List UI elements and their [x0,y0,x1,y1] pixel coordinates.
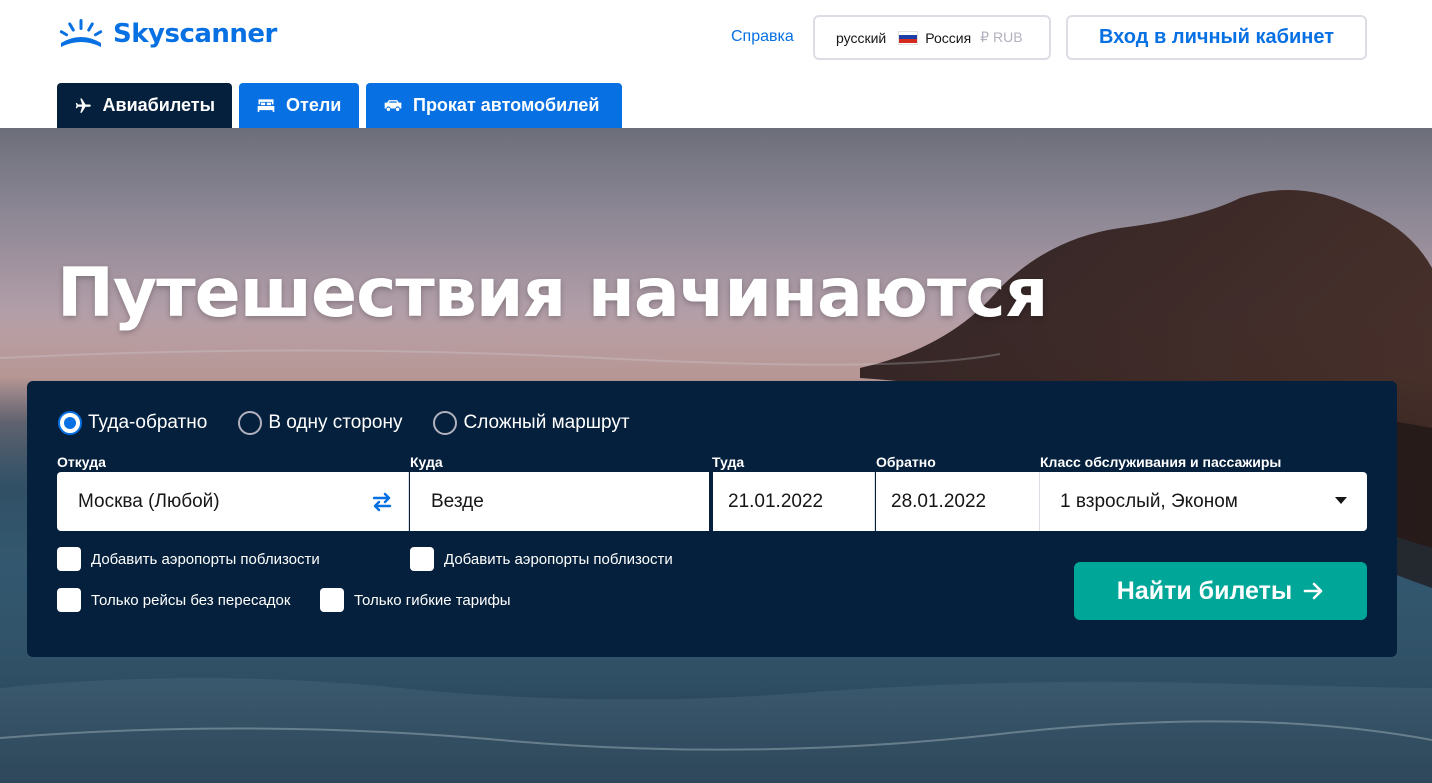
product-tabs: Авиабилеты Отели Прокат автомобилей [57,83,622,128]
tab-hotels[interactable]: Отели [239,83,359,128]
checkbox-flexible-tickets-only[interactable]: Только гибкие тарифы [320,588,511,612]
checkbox-nearby-origin-airports[interactable]: Добавить аэропорты поблизости [57,547,320,571]
trip-type-selector: Туда-обратно В одну сторону Сложный марш… [58,411,661,435]
site-header: Skyscanner Справка русский Россия ₽ RUB … [0,0,1432,128]
depart-date-input[interactable]: 21.01.2022 [712,472,875,531]
checkbox-box [57,588,81,612]
tab-car-hire[interactable]: Прокат автомобилей [366,83,622,128]
logo-text: Skyscanner [113,19,277,49]
swap-direction-icon[interactable] [370,492,394,512]
search-button-label: Найти билеты [1116,576,1293,605]
tab-car-hire-label: Прокат автомобилей [413,95,600,115]
russia-flag-icon [898,30,919,45]
bed-icon [257,98,275,112]
locale-selector-button[interactable]: русский Россия ₽ RUB [813,15,1051,60]
radio-multi-city[interactable]: Сложный маршрут [433,411,630,435]
locale-language: русский [836,29,887,46]
radio-dot [433,411,458,435]
cabin-class-value: 1 взрослый, Эконом [1060,490,1238,512]
help-link[interactable]: Справка [731,28,794,46]
chevron-down-icon [1335,497,1347,504]
sunrise-logo-icon [59,19,103,47]
radio-round-trip-label: Туда-обратно [88,412,208,433]
skyscanner-logo[interactable]: Skyscanner [57,14,277,54]
depart-label: Туда [712,454,745,470]
flight-search-panel: Туда-обратно В одну сторону Сложный марш… [27,381,1397,657]
radio-multi-city-label: Сложный маршрут [463,412,630,433]
hero-title: Путешествия начинаются [57,254,1048,333]
car-icon [384,99,402,111]
checkbox-label: Добавить аэропорты поблизости [444,550,673,568]
checkbox-nearby-destination-airports[interactable]: Добавить аэропорты поблизости [410,547,673,571]
checkbox-box [57,547,81,571]
locale-country: Россия [925,29,972,46]
class-label: Класс обслуживания и пассажиры [1040,454,1282,470]
checkbox-label: Только рейсы без пересадок [91,591,291,609]
checkbox-box [320,588,344,612]
locale-currency: ₽ RUB [980,29,1023,45]
radio-dot [58,411,82,435]
destination-input[interactable]: Везде [410,472,711,531]
radio-round-trip[interactable]: Туда-обратно [58,411,207,435]
cabin-class-travellers-select[interactable]: 1 взрослый, Эконом [1040,472,1367,531]
return-date-input[interactable]: 28.01.2022 [876,472,1040,531]
origin-input[interactable]: Москва (Любой) [57,472,409,531]
checkbox-box [410,547,434,571]
checkbox-label: Только гибкие тарифы [354,591,511,609]
radio-dot [238,411,263,435]
tab-hotels-label: Отели [286,95,342,115]
arrow-right-icon [1303,582,1323,600]
tab-flights[interactable]: Авиабилеты [57,83,232,128]
return-label: Обратно [876,454,936,470]
checkbox-direct-flights-only[interactable]: Только рейсы без пересадок [57,588,290,612]
plane-icon [75,98,91,113]
tab-flights-label: Авиабилеты [102,95,215,115]
to-label: Куда [410,454,443,470]
radio-one-way-label: В одну сторону [268,412,403,433]
radio-one-way[interactable]: В одну сторону [238,411,402,435]
checkbox-label: Добавить аэропорты поблизости [91,550,320,568]
search-flights-button[interactable]: Найти билеты [1074,562,1367,620]
login-button[interactable]: Вход в личный кабинет [1066,15,1367,60]
from-label: Откуда [57,454,106,470]
